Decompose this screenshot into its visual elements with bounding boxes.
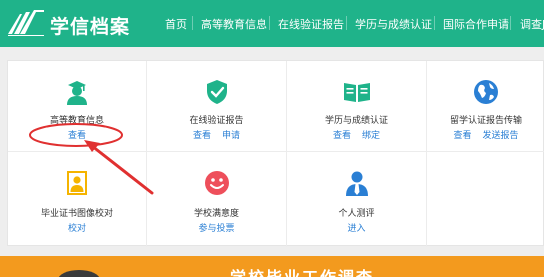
tile-title: 毕业证书图像校对 (40, 209, 113, 219)
send-report-link[interactable]: 发送报告 (482, 131, 518, 141)
person-tie-icon (345, 171, 368, 196)
tile-links: 进入 (287, 221, 426, 234)
tile-certificate-photo-check[interactable]: 毕业证书图像校对 校对 (8, 152, 147, 247)
view-link[interactable]: 查看 (193, 131, 211, 141)
view-link[interactable]: 查看 (333, 131, 351, 141)
graduate-icon (67, 81, 87, 105)
id-photo-icon (67, 171, 87, 195)
nav-item-home[interactable]: 首页 (165, 16, 187, 32)
tile-study-abroad-report[interactable]: 留学认证报告传输 查看 发送报告 (427, 61, 544, 152)
survey-banner[interactable]: 学校毕业工作调查 (0, 256, 544, 277)
tile-links: 查看 绑定 (287, 128, 426, 141)
logo-text: 学信档案 (50, 16, 131, 38)
tile-title: 学历与成绩认证 (324, 116, 388, 126)
tile-links: 查看 (8, 128, 146, 141)
tile-title: 个人测评 (338, 209, 375, 219)
nav-item-online-report[interactable]: 在线验证报告 (278, 16, 344, 32)
tile-school-satisfaction[interactable]: 学校满意度 参与投票 (147, 152, 287, 247)
banner-text: 学校毕业工作调查 (230, 264, 374, 277)
tile-title: 留学认证报告传输 (449, 116, 522, 126)
vote-link[interactable]: 参与投票 (198, 224, 234, 234)
view-link[interactable]: 查看 (454, 131, 472, 141)
globe-icon (474, 80, 498, 104)
tile-online-report[interactable]: 在线验证报告 查看 申请 (147, 61, 287, 152)
nav-separator (510, 16, 511, 30)
tile-title: 在线验证报告 (189, 116, 244, 126)
avatar (58, 270, 100, 277)
tile-links: 参与投票 (147, 221, 286, 234)
nav-item-higher-education[interactable]: 高等教育信息 (201, 16, 267, 32)
nav-item-degree-certification[interactable]: 学历与成绩认证 (355, 16, 432, 32)
certificate-book-icon (343, 83, 370, 102)
verify-link[interactable]: 校对 (68, 224, 86, 234)
tile-links: 校对 (8, 221, 146, 234)
nav-separator (269, 16, 270, 30)
nav-separator (192, 16, 193, 30)
bind-link[interactable]: 绑定 (362, 131, 380, 141)
tile-empty (427, 152, 544, 247)
top-header: 学信档案 首页 高等教育信息 在线验证报告 学历与成绩认证 国际合作申请 调查J (0, 0, 544, 47)
nav-item-survey[interactable]: 调查J (520, 16, 544, 32)
view-link[interactable]: 查看 (68, 131, 86, 141)
tile-links: 查看 发送报告 (427, 128, 544, 141)
nav-item-international[interactable]: 国际合作申请 (443, 16, 509, 32)
tile-title: 高等教育信息 (49, 116, 104, 126)
apply-link[interactable]: 申请 (222, 131, 240, 141)
service-grid: 高等教育信息 查看 在线验证报告 查看 申请 学历与成绩认证 查看 绑定 留学认… (7, 60, 544, 247)
tile-degree-certification[interactable]: 学历与成绩认证 查看 绑定 (287, 61, 427, 152)
nav-separator (346, 16, 347, 30)
nav-separator (434, 16, 435, 30)
smiley-icon (204, 171, 229, 195)
logo-book-icon (8, 10, 44, 36)
tile-title: 学校满意度 (193, 209, 239, 219)
enter-link[interactable]: 进入 (347, 224, 365, 234)
tile-links: 查看 申请 (147, 128, 286, 141)
tile-higher-education[interactable]: 高等教育信息 查看 (8, 61, 147, 152)
tile-personal-assessment[interactable]: 个人测评 进入 (287, 152, 427, 247)
shield-check-icon (206, 80, 227, 104)
